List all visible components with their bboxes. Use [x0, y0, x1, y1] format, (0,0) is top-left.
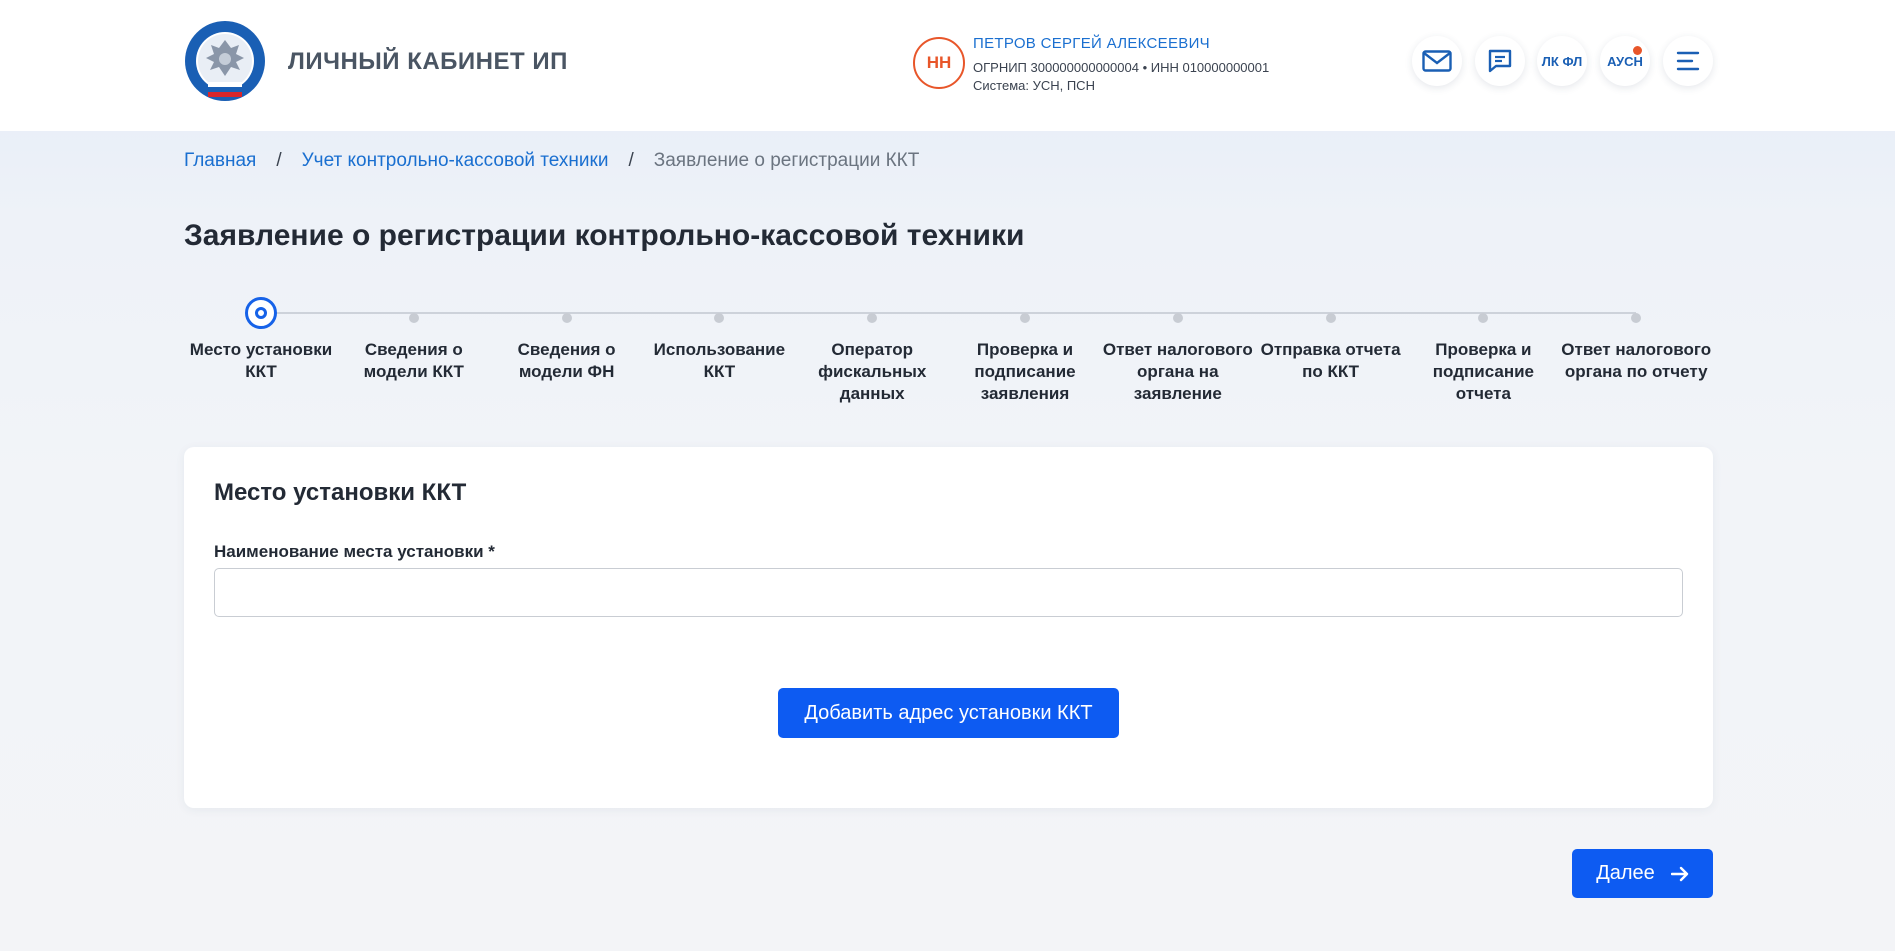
- next-button-label: Далее: [1596, 862, 1655, 884]
- step-label: Использование ККТ: [653, 340, 786, 381]
- install-place-input[interactable]: [214, 568, 1683, 617]
- breadcrumb-separator: /: [276, 150, 282, 171]
- step-label: Сведения о модели ФН: [517, 340, 616, 381]
- chat-icon: [1488, 49, 1512, 73]
- next-button[interactable]: Далее: [1572, 849, 1713, 898]
- install-place-card: Место установки ККТ Наименование места у…: [184, 447, 1713, 808]
- step-dot: [1020, 313, 1030, 323]
- user-ids: ОГРНИП 300000000000004 • ИНН 01000000000…: [973, 60, 1270, 75]
- step-label: Оператор фискальных данных: [818, 340, 927, 403]
- step-dot: [1172, 313, 1183, 323]
- user-name[interactable]: ПЕТРОВ СЕРГЕЙ АЛЕКСЕЕВИЧ: [973, 35, 1210, 52]
- fns-logo[interactable]: [184, 20, 267, 105]
- step-dot: [714, 313, 725, 323]
- step-label: Проверка и подписание заявления: [974, 340, 1076, 403]
- breadcrumb-home[interactable]: Главная: [184, 150, 256, 172]
- step-dot: [561, 313, 572, 323]
- notification-dot: [1633, 46, 1642, 55]
- step-label: Сведения о модели ККТ: [363, 340, 464, 381]
- step-dot: [1631, 313, 1642, 323]
- step-dot: [1325, 313, 1336, 323]
- ausn-button[interactable]: АУСН: [1600, 36, 1650, 86]
- add-install-address-button[interactable]: Добавить адрес установки ККТ: [778, 688, 1119, 738]
- app-title: ЛИЧНЫЙ КАБИНЕТ ИП: [288, 48, 568, 75]
- hamburger-icon: [1676, 51, 1700, 71]
- ausn-label: АУСН: [1607, 53, 1643, 69]
- install-place-label: Наименование места установки *: [214, 542, 495, 561]
- step-dot: [408, 313, 419, 323]
- lk-fl-button[interactable]: ЛК ФЛ: [1537, 36, 1587, 86]
- page-title: Заявление о регистрации контрольно-кассо…: [184, 219, 1025, 252]
- step-dot: [867, 313, 878, 323]
- messages-button[interactable]: [1412, 36, 1462, 86]
- card-title: Место установки ККТ: [214, 479, 467, 506]
- step-label: Ответ налогового органа по отчету: [1561, 340, 1712, 381]
- breadcrumb: Главная / Учет контрольно-кассовой техни…: [184, 150, 919, 172]
- step-label: Отправка отчета по ККТ: [1260, 340, 1401, 381]
- step-label: Ответ налогового органа на заявление: [1102, 340, 1253, 403]
- arrow-right-icon: [1670, 866, 1688, 881]
- user-tax-system: Система: УСН, ПСН: [973, 78, 1095, 93]
- menu-button[interactable]: [1663, 36, 1713, 86]
- step-dot-active: [245, 297, 277, 329]
- stepper-track: [261, 312, 1636, 314]
- step-label: Проверка и подписание отчета: [1432, 340, 1534, 403]
- user-avatar[interactable]: НН: [913, 37, 965, 89]
- breadcrumb-current: Заявление о регистрации ККТ: [653, 150, 920, 171]
- breadcrumb-separator: /: [628, 150, 634, 171]
- envelope-icon: [1422, 50, 1452, 72]
- step-dot: [1478, 313, 1489, 323]
- chat-button[interactable]: [1475, 36, 1525, 86]
- header: ЛИЧНЫЙ КАБИНЕТ ИП НН ПЕТРОВ СЕРГЕЙ АЛЕКС…: [0, 0, 1895, 131]
- step-label: Место установки ККТ: [189, 340, 333, 381]
- breadcrumb-kkt-section[interactable]: Учет контрольно-кассовой техники: [302, 150, 609, 172]
